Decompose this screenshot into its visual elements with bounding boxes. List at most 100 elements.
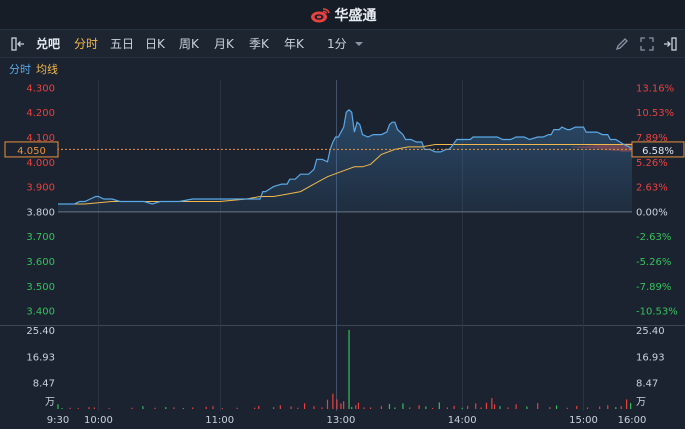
volume-unit-label-right: 万 <box>636 397 646 408</box>
volume-bar <box>380 406 382 409</box>
volume-bar <box>332 393 334 409</box>
volume-bar <box>549 407 551 409</box>
current-pct-value: 6.58% <box>642 146 674 157</box>
pct-tick-label: 2.63% <box>636 183 668 194</box>
volume-bar <box>272 407 275 409</box>
pct-tick-label: 5.26% <box>636 158 668 169</box>
volume-bar <box>343 401 345 409</box>
volume-bar <box>221 408 223 409</box>
volume-bar <box>615 407 617 409</box>
volume-bar <box>336 399 338 409</box>
volume-bar <box>108 408 110 409</box>
volume-tick-label: 8.47 <box>33 379 55 390</box>
volume-bar <box>438 402 440 409</box>
price-tick-label: 3.400 <box>26 307 55 318</box>
volume-panel <box>0 326 685 412</box>
volume-bar <box>313 406 315 409</box>
time-tick-label: 13:00 <box>327 415 356 426</box>
volume-bar <box>586 407 589 409</box>
volume-bar <box>165 407 167 409</box>
volume-bar <box>93 407 95 409</box>
price-tick-label: 4.300 <box>26 83 55 94</box>
volume-bar <box>402 403 404 409</box>
volume-bar <box>453 405 455 409</box>
volume-bar <box>431 408 434 409</box>
volume-bar <box>57 404 59 409</box>
volume-bar <box>290 406 292 409</box>
volume-bar <box>461 407 463 409</box>
volume-bar <box>409 407 411 409</box>
volume-unit-label: 万 <box>45 397 55 408</box>
volume-bar <box>61 408 63 409</box>
time-tick-label: 9:30 <box>47 415 69 426</box>
volume-bar <box>303 403 306 409</box>
time-tick-label: 15:00 <box>569 415 598 426</box>
price-tick-label: 4.200 <box>26 108 55 119</box>
time-tick-label: 16:00 <box>618 415 647 426</box>
volume-bar <box>326 399 329 409</box>
volume-bar <box>475 403 477 409</box>
volume-bar <box>297 407 299 409</box>
volume-bar <box>388 404 391 409</box>
volume-bar <box>340 403 342 409</box>
time-tick-label: 10:00 <box>84 415 113 426</box>
volume-bar <box>526 406 528 409</box>
volume-bar <box>418 405 420 409</box>
volume-bar <box>394 407 396 409</box>
volume-bar <box>555 405 558 409</box>
price-tick-label: 3.500 <box>26 282 55 293</box>
pct-tick-label: -2.63% <box>636 232 671 243</box>
stock-chart-app: 华盛通 兑吧 分时 五日 日K 周K 月K 季K 年K 1分 分时 均线 4.3… <box>0 0 685 429</box>
depth-bar <box>620 150 632 152</box>
pct-tick-label: 13.16% <box>636 83 674 94</box>
volume-bar <box>254 407 256 409</box>
volume-bar <box>351 407 353 409</box>
pct-tick-label: -7.89% <box>636 282 671 293</box>
volume-bar <box>212 406 214 409</box>
volume-bar <box>599 406 601 409</box>
volume-bar <box>88 407 90 409</box>
volume-tick-label: 25.40 <box>26 326 55 337</box>
volume-bar <box>258 405 260 409</box>
volume-tick-label-right: 16.93 <box>636 352 665 363</box>
volume-bar <box>507 407 509 409</box>
volume-bar <box>69 407 71 409</box>
volume-bar <box>182 408 184 409</box>
volume-bar <box>491 398 493 409</box>
price-tick-label: 4.000 <box>26 158 55 169</box>
pct-tick-label: 10.53% <box>636 108 674 119</box>
volume-bar <box>566 407 568 409</box>
volume-bar <box>370 407 372 409</box>
volume-bar <box>357 402 360 409</box>
volume-tick-label-right: 25.40 <box>636 326 665 337</box>
volume-bar <box>77 408 79 409</box>
volume-bar <box>499 406 501 409</box>
volume-tick-label: 16.93 <box>26 352 55 363</box>
volume-bar <box>630 403 632 409</box>
volume-bar <box>236 407 238 409</box>
current-price-value: 4.050 <box>17 146 46 157</box>
time-tick-label: 11:00 <box>205 415 234 426</box>
price-tick-label: 3.600 <box>26 257 55 268</box>
volume-bar <box>279 405 281 409</box>
volume-bar <box>446 407 449 409</box>
volume-bar <box>467 405 469 409</box>
volume-bar <box>321 407 323 409</box>
pct-tick-label: -5.26% <box>636 257 671 268</box>
price-tick-label: 3.900 <box>26 183 55 194</box>
volume-bar <box>348 330 350 409</box>
volume-bar <box>485 402 488 409</box>
volume-bar <box>480 407 482 409</box>
timeshare-chart[interactable]: 4.3004.2004.1004.0003.9003.8003.7003.600… <box>0 0 685 429</box>
volume-bar <box>363 407 365 409</box>
pct-tick-label: -10.53% <box>636 307 678 318</box>
volume-bar <box>576 405 578 409</box>
volume-bar <box>192 407 194 409</box>
volume-bar <box>154 407 156 409</box>
volume-bar <box>515 404 517 409</box>
volume-tick-label-right: 8.47 <box>636 379 658 390</box>
volume-bar <box>493 404 496 409</box>
volume-bar <box>173 407 175 409</box>
volume-bar <box>607 405 609 409</box>
volume-bar <box>626 399 628 409</box>
